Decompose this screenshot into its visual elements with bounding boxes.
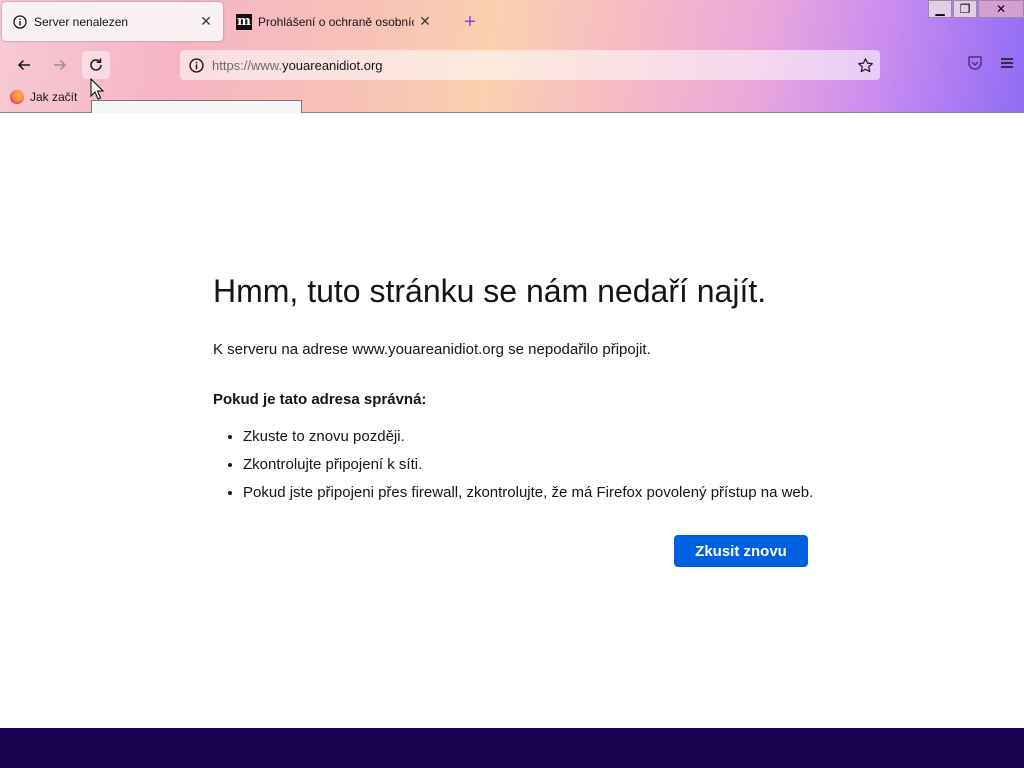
tab-title: Server nenalezen: [34, 14, 129, 29]
site-info-icon[interactable]: [180, 57, 212, 73]
reload-icon: [90, 58, 102, 71]
maximize-button[interactable]: ❐: [953, 0, 977, 18]
tab-server-not-found[interactable]: Server nenalezen ✕: [2, 2, 223, 41]
tab-privacy-statement[interactable]: m Prohlášení o ochraně osobních ✕: [226, 2, 442, 41]
error-page: Hmm, tuto stránku se nám nedaří najít. K…: [0, 113, 1024, 728]
info-icon: [12, 14, 28, 30]
arrow-left-icon: [17, 59, 30, 71]
minimize-button[interactable]: ▁: [928, 0, 952, 18]
bookmark-label: Jak začít: [30, 90, 78, 104]
tab-bar: Server nenalezen ✕ m Prohlášení o ochran…: [0, 0, 1024, 44]
forward-button[interactable]: [46, 51, 74, 79]
m-logo-icon: m: [236, 13, 252, 30]
error-title: Hmm, tuto stránku se nám nedaří najít.: [213, 273, 767, 309]
tab-close-icon[interactable]: ✕: [195, 13, 217, 30]
url-text[interactable]: https://www.youareanidiot.org: [212, 58, 850, 73]
list-item: Pokud jste připojeni přes firewall, zkon…: [243, 479, 813, 507]
reload-button[interactable]: [82, 51, 110, 79]
navigation-toolbar: https://www.youareanidiot.org: [0, 44, 1024, 86]
bookmark-getting-started[interactable]: Jak začít: [10, 90, 77, 104]
error-subtitle: Pokud je tato adresa správná:: [213, 391, 427, 408]
url-bar[interactable]: https://www.youareanidiot.org: [180, 50, 880, 80]
firefox-icon: [10, 90, 24, 104]
browser-chrome: Server nenalezen ✕ m Prohlášení o ochran…: [0, 0, 1024, 113]
pocket-icon[interactable]: [966, 54, 984, 77]
tab-close-icon[interactable]: ✕: [414, 13, 436, 30]
browser-window: Server nenalezen ✕ m Prohlášení o ochran…: [0, 0, 1024, 768]
close-window-button[interactable]: ✕: [978, 0, 1024, 18]
tab-title: Prohlášení o ochraně osobních: [258, 14, 414, 29]
mouse-cursor-icon: [90, 78, 104, 100]
back-button[interactable]: [10, 51, 38, 79]
list-item: Zkontrolujte připojení k síti.: [243, 451, 813, 479]
hamburger-menu-icon[interactable]: [998, 54, 1016, 77]
list-item: Zkuste to znovu později.: [243, 423, 813, 451]
toolbar-right: [966, 54, 1016, 77]
bookmark-star-icon[interactable]: [850, 57, 880, 74]
window-controls: ▁ ❐ ✕: [927, 0, 1024, 20]
taskbar: [0, 728, 1024, 768]
error-description: K serveru na adrese www.youareanidiot.or…: [213, 341, 651, 358]
try-again-button[interactable]: Zkusit znovu: [674, 535, 808, 567]
new-tab-button[interactable]: +: [458, 10, 482, 34]
arrow-right-icon: [54, 59, 67, 71]
suggestion-list: Zkuste to znovu později. Zkontrolujte př…: [213, 423, 813, 507]
